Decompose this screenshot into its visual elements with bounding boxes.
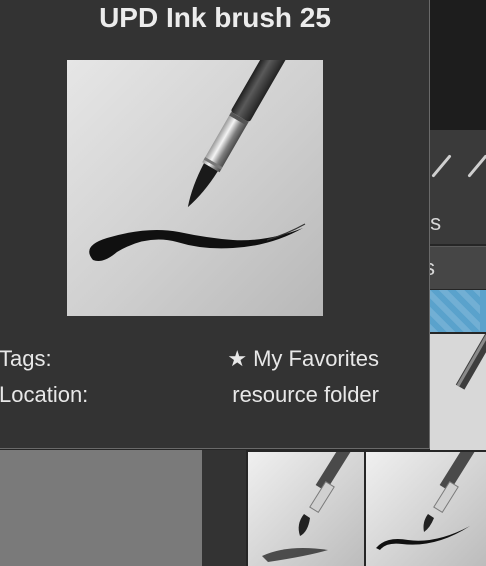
tags-label: Tags: (0, 346, 52, 371)
panel-tab[interactable]: ts (424, 202, 486, 244)
panel-divider (202, 450, 246, 566)
location-label: Location: (0, 382, 89, 407)
location-value: resource folder (232, 382, 379, 407)
star-icon: ★ (227, 346, 248, 371)
brush-thumbnail[interactable] (366, 452, 486, 566)
panel-tab[interactable]: s (424, 246, 486, 289)
brush-stroke-icon[interactable] (467, 154, 486, 178)
brush-thumbnail[interactable] (248, 452, 364, 566)
brush-stroke-icon[interactable] (431, 154, 452, 178)
canvas-area (430, 0, 486, 130)
brush-preview-image (67, 60, 323, 316)
brush-thumbnail[interactable] (430, 332, 486, 450)
tags-value: ★ My Favorites (227, 346, 379, 372)
selected-brush-tile[interactable] (430, 290, 486, 332)
brush-preset-tooltip: UPD Ink brush 25 Tags: ★ My Favorites Lo… (0, 0, 430, 449)
brush-toolbar (430, 130, 486, 202)
tag-name: My Favorites (253, 346, 379, 371)
brush-name-title: UPD Ink brush 25 (99, 2, 331, 33)
side-panel (0, 450, 202, 566)
